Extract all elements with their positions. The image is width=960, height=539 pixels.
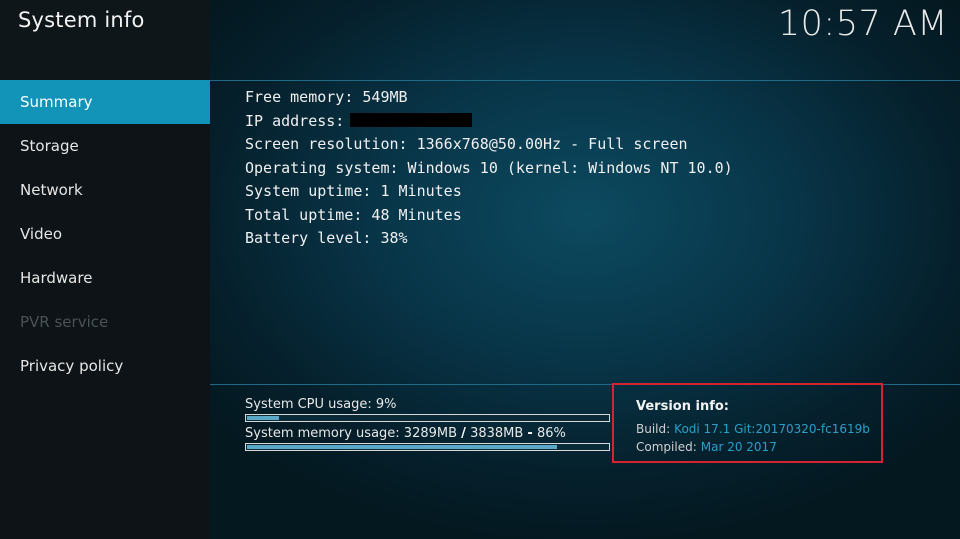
cpu-usage-bar bbox=[245, 414, 610, 422]
sidebar-item-network[interactable]: Network bbox=[0, 168, 210, 212]
sidebar-header: System info bbox=[0, 0, 210, 80]
cpu-usage-label: System CPU usage: 9% bbox=[245, 397, 397, 412]
operating-system-line: Operating system: Windows 10 (kernel: Wi… bbox=[245, 158, 733, 177]
system-uptime-line: System uptime: 1 Minutes bbox=[245, 182, 462, 200]
build-value: Kodi 17.1 Git:20170320-fc1619b bbox=[674, 422, 870, 436]
version-info-box: Version info: Build: Kodi 17.1 Git:201703… bbox=[612, 383, 883, 463]
sidebar-item-pvr-service: PVR service bbox=[20, 313, 109, 331]
window-title: System info bbox=[18, 8, 145, 32]
version-info-title: Version info: bbox=[636, 399, 729, 414]
memory-usage-label: System memory usage: 3289MB / 3838MB - 8… bbox=[245, 425, 610, 442]
system-info-screen: System info Summary Storage Network Vide… bbox=[0, 0, 960, 539]
sidebar-menu: Summary Storage Network Video Hardware P… bbox=[0, 80, 210, 388]
sidebar-item-storage[interactable]: Storage bbox=[0, 124, 210, 168]
memory-usage-total: 3838MB bbox=[470, 426, 524, 441]
memory-usage-bar bbox=[245, 443, 610, 451]
clock: 10:57 AM bbox=[777, 4, 948, 44]
free-memory-line: Free memory: 549MB bbox=[245, 88, 408, 106]
memory-usage-separator-slash: / bbox=[461, 426, 466, 441]
cpu-usage-fill bbox=[247, 416, 279, 420]
compiled-label: Compiled: bbox=[636, 440, 697, 454]
memory-usage-separator-dash: - bbox=[527, 426, 533, 441]
battery-level-line: Battery level: 38% bbox=[245, 229, 408, 247]
sidebar-item-summary[interactable]: Summary bbox=[0, 80, 210, 124]
sidebar-item-video[interactable]: Video bbox=[0, 212, 210, 256]
header-divider bbox=[210, 80, 960, 81]
cpu-usage: System CPU usage: 9% bbox=[245, 396, 610, 422]
memory-usage-percent: 86% bbox=[536, 426, 566, 441]
build-label: Build: bbox=[636, 422, 671, 436]
sidebar-item-privacy-policy[interactable]: Privacy policy bbox=[0, 344, 210, 388]
compiled-row: Compiled: Mar 20 2017 bbox=[636, 440, 777, 454]
sidebar: System info Summary Storage Network Vide… bbox=[0, 0, 210, 539]
ip-address-redaction bbox=[350, 112, 473, 127]
compiled-value: Mar 20 2017 bbox=[700, 440, 777, 454]
memory-usage-fill bbox=[247, 445, 557, 449]
screen-resolution-line: Screen resolution: 1366x768@50.00Hz - Fu… bbox=[245, 135, 688, 153]
ip-address-line: IP address: bbox=[245, 110, 733, 134]
ip-address-label: IP address: bbox=[245, 111, 345, 130]
memory-usage: System memory usage: 3289MB / 3838MB - 8… bbox=[245, 425, 610, 451]
memory-usage-used: System memory usage: 3289MB bbox=[245, 426, 458, 441]
summary-info-list: Free memory: 549MB IP address: Screen re… bbox=[245, 86, 733, 251]
total-uptime-line: Total uptime: 48 Minutes bbox=[245, 205, 462, 224]
build-row: Build: Kodi 17.1 Git:20170320-fc1619b bbox=[636, 422, 870, 436]
sidebar-item-hardware[interactable]: Hardware bbox=[0, 256, 210, 300]
